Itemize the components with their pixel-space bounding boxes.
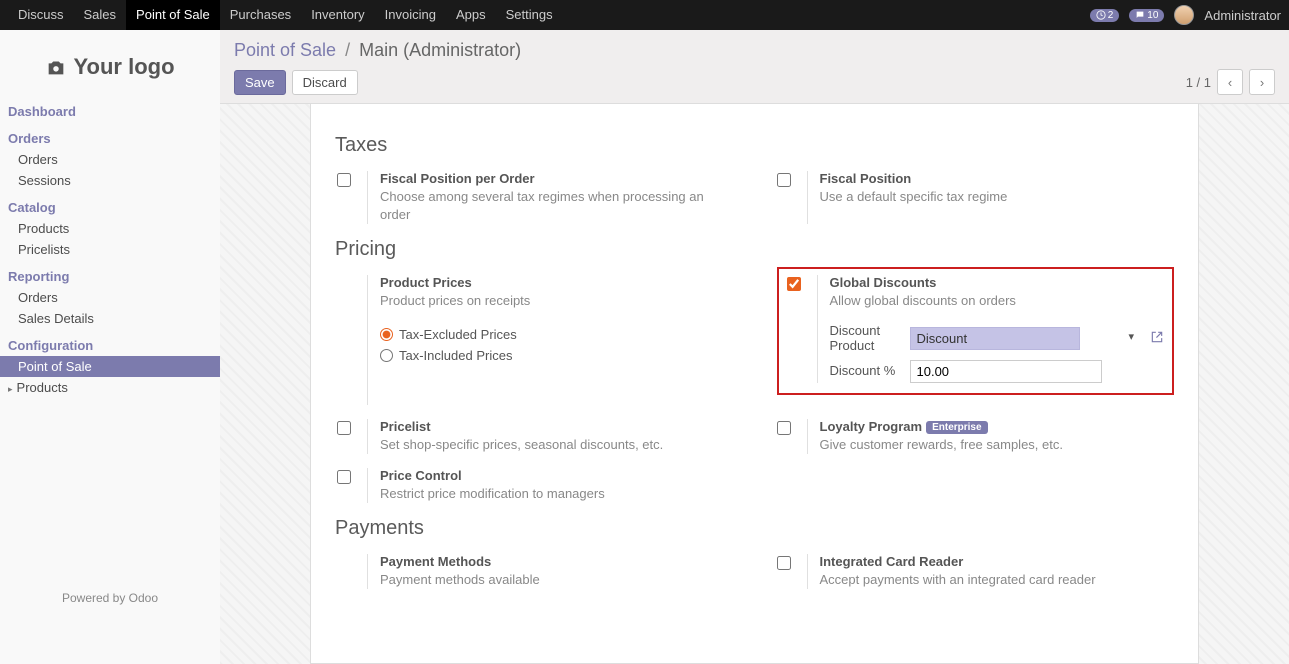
menu-apps[interactable]: Apps xyxy=(446,0,496,30)
sidebar-config-products[interactable]: Products xyxy=(8,377,220,398)
comment-icon xyxy=(1135,10,1145,20)
pricelist-title: Pricelist xyxy=(380,419,735,434)
section-payments: Payments xyxy=(335,517,1174,540)
sidebar-reporting-sales-details[interactable]: Sales Details xyxy=(8,308,220,329)
checkbox-pricelist[interactable] xyxy=(337,421,351,435)
pager-prev[interactable]: ‹ xyxy=(1217,69,1243,95)
pager: 1 / 1 ‹ › xyxy=(1186,69,1275,95)
sidebar-dashboard[interactable]: Dashboard xyxy=(8,101,220,122)
menu-sales[interactable]: Sales xyxy=(74,0,127,30)
control-panel: Point of Sale / Main (Administrator) Sav… xyxy=(220,30,1289,104)
discount-product-select[interactable] xyxy=(910,327,1080,350)
menu-settings[interactable]: Settings xyxy=(496,0,563,30)
fiscal-position-title: Fiscal Position xyxy=(820,171,1175,186)
section-taxes: Taxes xyxy=(335,134,1174,157)
menu-pos[interactable]: Point of Sale xyxy=(126,0,220,30)
breadcrumb-root[interactable]: Point of Sale xyxy=(234,40,336,60)
price-control-desc: Restrict price modification to managers xyxy=(380,485,735,503)
form-sheet: Taxes Fiscal Position per Order Choose a… xyxy=(310,104,1199,664)
discount-pct-input[interactable] xyxy=(910,360,1102,383)
loyalty-desc: Give customer rewards, free samples, etc… xyxy=(820,436,1175,454)
sidebar-reporting[interactable]: Reporting xyxy=(8,266,220,287)
sidebar-catalog-products[interactable]: Products xyxy=(8,218,220,239)
sidebar-configuration[interactable]: Configuration xyxy=(8,335,220,356)
main-content: Point of Sale / Main (Administrator) Sav… xyxy=(220,30,1289,664)
sidebar: Your logo Dashboard Orders Orders Sessio… xyxy=(0,30,220,664)
payment-methods-title: Payment Methods xyxy=(380,554,735,569)
section-pricing: Pricing xyxy=(335,238,1174,261)
radio-tax-included-label: Tax-Included Prices xyxy=(399,348,512,363)
loyalty-title: Loyalty ProgramEnterprise xyxy=(820,419,1175,434)
top-navbar: Discuss Sales Point of Sale Purchases In… xyxy=(0,0,1289,30)
discard-button[interactable]: Discard xyxy=(292,70,358,95)
checkbox-price-control[interactable] xyxy=(337,470,351,484)
main-menu: Discuss Sales Point of Sale Purchases In… xyxy=(8,0,563,30)
user-name[interactable]: Administrator xyxy=(1204,8,1281,23)
radio-tax-included[interactable] xyxy=(380,349,393,362)
breadcrumb-sep: / xyxy=(345,40,350,60)
breadcrumb-current: Main (Administrator) xyxy=(359,40,521,60)
enterprise-badge: Enterprise xyxy=(926,421,987,434)
card-reader-title: Integrated Card Reader xyxy=(820,554,1175,569)
checkbox-fiscal-per-order[interactable] xyxy=(337,173,351,187)
checkbox-global-discounts[interactable] xyxy=(787,277,801,291)
fiscal-per-order-title: Fiscal Position per Order xyxy=(380,171,735,186)
menu-invoicing[interactable]: Invoicing xyxy=(375,0,446,30)
price-control-title: Price Control xyxy=(380,468,735,483)
global-discounts-title: Global Discounts xyxy=(830,275,1165,290)
sidebar-orders[interactable]: Orders xyxy=(8,128,220,149)
powered-by[interactable]: Powered by Odoo xyxy=(0,581,220,615)
checkbox-fiscal-position[interactable] xyxy=(777,173,791,187)
external-link-icon[interactable] xyxy=(1150,330,1164,347)
payment-methods-desc: Payment methods available xyxy=(380,571,735,589)
product-prices-title: Product Prices xyxy=(380,275,735,290)
pager-next[interactable]: › xyxy=(1249,69,1275,95)
save-button[interactable]: Save xyxy=(234,70,286,95)
sidebar-config-pos[interactable]: Point of Sale xyxy=(0,356,220,377)
menu-purchases[interactable]: Purchases xyxy=(220,0,301,30)
product-prices-desc: Product prices on receipts xyxy=(380,292,735,310)
discount-product-label: Discount Product xyxy=(830,323,900,354)
sidebar-orders-sessions[interactable]: Sessions xyxy=(8,170,220,191)
sidebar-catalog[interactable]: Catalog xyxy=(8,197,220,218)
camera-icon xyxy=(45,56,67,78)
radio-tax-excluded[interactable] xyxy=(380,328,393,341)
radio-tax-excluded-label: Tax-Excluded Prices xyxy=(399,327,517,342)
breadcrumb: Point of Sale / Main (Administrator) xyxy=(234,40,1275,61)
discount-pct-label: Discount % xyxy=(830,363,900,379)
fiscal-per-order-desc: Choose among several tax regimes when pr… xyxy=(380,188,735,224)
global-discounts-highlight: Global Discounts Allow global discounts … xyxy=(777,267,1175,394)
menu-discuss[interactable]: Discuss xyxy=(8,0,74,30)
menu-inventory[interactable]: Inventory xyxy=(301,0,374,30)
fiscal-position-desc: Use a default specific tax regime xyxy=(820,188,1175,206)
messages-badge[interactable]: 10 xyxy=(1129,9,1164,22)
global-discounts-desc: Allow global discounts on orders xyxy=(830,292,1165,310)
clock-icon xyxy=(1096,10,1106,20)
pricelist-desc: Set shop-specific prices, seasonal disco… xyxy=(380,436,735,454)
pager-text: 1 / 1 xyxy=(1186,75,1211,90)
card-reader-desc: Accept payments with an integrated card … xyxy=(820,571,1175,589)
clock-badge[interactable]: 2 xyxy=(1090,9,1120,22)
logo[interactable]: Your logo xyxy=(0,40,220,98)
avatar[interactable] xyxy=(1174,5,1194,25)
sidebar-orders-orders[interactable]: Orders xyxy=(8,149,220,170)
checkbox-card-reader[interactable] xyxy=(777,556,791,570)
sidebar-reporting-orders[interactable]: Orders xyxy=(8,287,220,308)
sidebar-catalog-pricelists[interactable]: Pricelists xyxy=(8,239,220,260)
checkbox-loyalty[interactable] xyxy=(777,421,791,435)
